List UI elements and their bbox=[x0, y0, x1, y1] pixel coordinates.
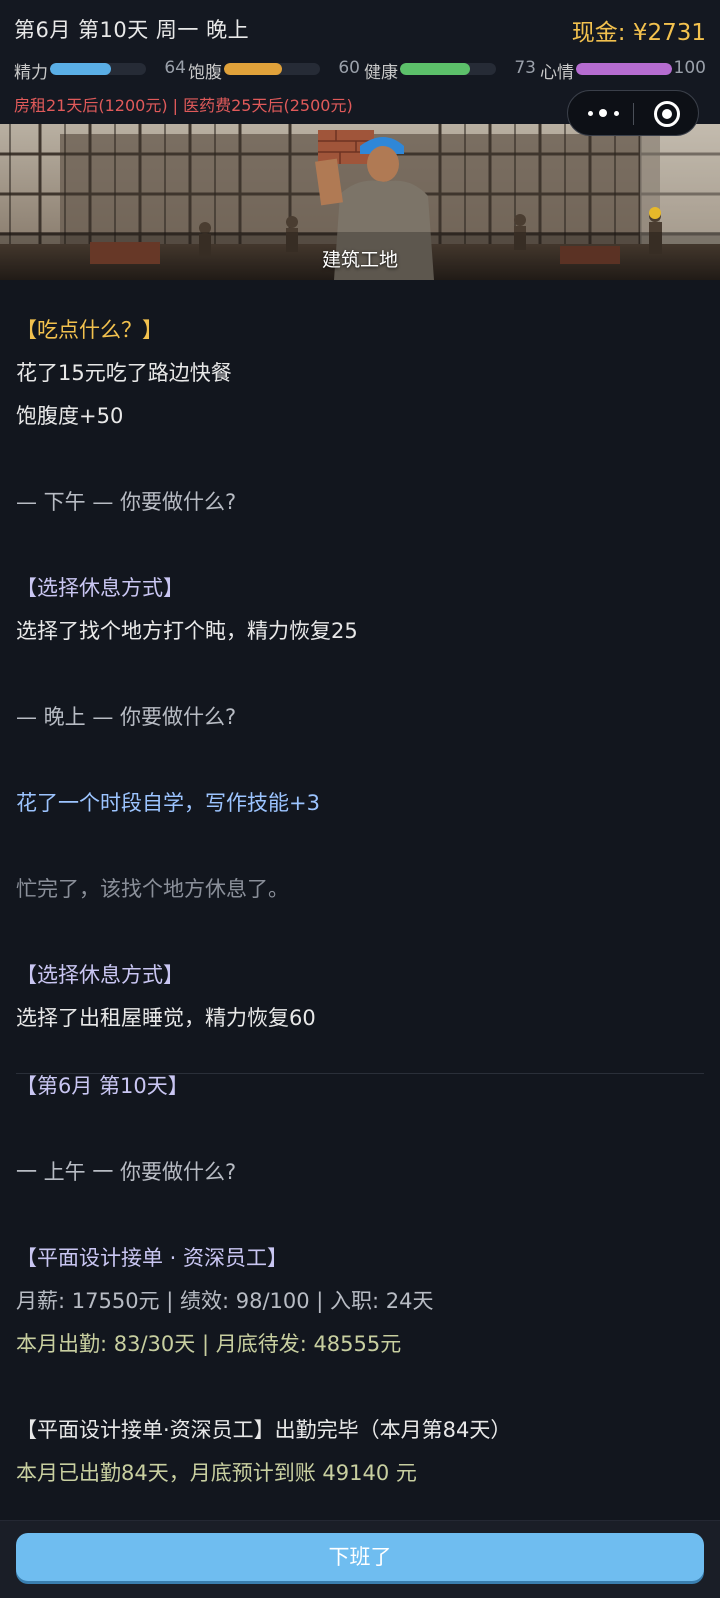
log-done-line: 忙完了，该找个地方休息了。 bbox=[16, 877, 289, 901]
stat-bar-fill bbox=[50, 63, 112, 75]
miniprogram-capsule bbox=[567, 90, 699, 136]
log-eat-title: 【吃点什么？】 bbox=[16, 318, 163, 342]
log-period-afternoon: — 下午 — 你要做什么? bbox=[16, 490, 237, 514]
stat-label: 精力 bbox=[14, 63, 48, 83]
stat-value: 100 bbox=[673, 58, 706, 78]
log-job-done-line: 本月已出勤84天，月底预计到账 49140 元 bbox=[16, 1461, 417, 1485]
stats-row: 精力 64 饱腹 60 健康 73 心情 100 bbox=[0, 56, 720, 83]
log-period-morning: 一 上午 一 你要做什么? bbox=[16, 1160, 237, 1184]
action-bar: 下班了 bbox=[0, 1520, 720, 1598]
log-job-line: 本月出勤: 83/30天 | 月底待发: 48555元 bbox=[16, 1332, 402, 1356]
off-work-button[interactable]: 下班了 bbox=[16, 1533, 704, 1581]
log-rest-line: 选择了出租屋睡觉，精力恢复60 bbox=[16, 1006, 316, 1030]
scene-caption: 建筑工地 bbox=[321, 249, 398, 271]
log-rest-title: 【选择休息方式】 bbox=[16, 576, 184, 600]
log-rest-line: 选择了找个地方打个盹，精力恢复25 bbox=[16, 619, 358, 643]
log-eat-line: 花了15元吃了路边快餐 bbox=[16, 361, 232, 385]
close-miniprogram-icon[interactable] bbox=[654, 101, 680, 127]
stat-label: 心情 bbox=[540, 63, 574, 83]
stat-bar bbox=[400, 63, 496, 75]
log-job-title: 【平面设计接单 · 资深员工】 bbox=[16, 1246, 289, 1270]
scene-banner: 建筑工地 bbox=[0, 124, 720, 280]
log-job-line: 月薪: 17550元 | 绩效: 98/100 | 入职: 24天 bbox=[16, 1289, 434, 1313]
log-eat-line: 饱腹度+50 bbox=[16, 404, 124, 428]
stat-label: 健康 bbox=[364, 63, 398, 83]
log-study-line: 花了一个时段自学，写作技能+3 bbox=[16, 791, 320, 815]
stat-value: 64 bbox=[164, 58, 186, 78]
stat-label: 饱腹 bbox=[188, 63, 222, 83]
stat-bar-fill bbox=[224, 63, 282, 75]
upcoming-bills: 房租21天后(1200元) | 医药费25天后(2500元) bbox=[14, 96, 353, 115]
stat-bar bbox=[50, 63, 146, 75]
log-period-evening: — 晚上 — 你要做什么? bbox=[16, 705, 237, 729]
log-rest-title: 【选择休息方式】 bbox=[16, 963, 184, 987]
capsule-divider bbox=[633, 103, 634, 125]
cash-display: 现金: ¥2731 bbox=[571, 20, 706, 46]
stat-value: 73 bbox=[514, 58, 536, 78]
log-job-done-title: 【平面设计接单·资深员工】出勤完毕（本月第84天） bbox=[16, 1418, 512, 1442]
stat-bar bbox=[224, 63, 320, 75]
app-root: 第6月 第10天 周一 晚上 现金: ¥2731 精力 64 饱腹 60 健康 bbox=[0, 0, 720, 1598]
stat-bar bbox=[576, 63, 672, 75]
stat-bar-fill bbox=[400, 63, 471, 75]
stat-bar-fill bbox=[576, 63, 672, 75]
stat-value: 60 bbox=[338, 58, 360, 78]
game-date: 第6月 第10天 周一 晚上 bbox=[14, 18, 250, 42]
log-day-title: 【第6月 第10天】 bbox=[16, 1074, 189, 1098]
more-menu-icon[interactable] bbox=[586, 101, 622, 125]
